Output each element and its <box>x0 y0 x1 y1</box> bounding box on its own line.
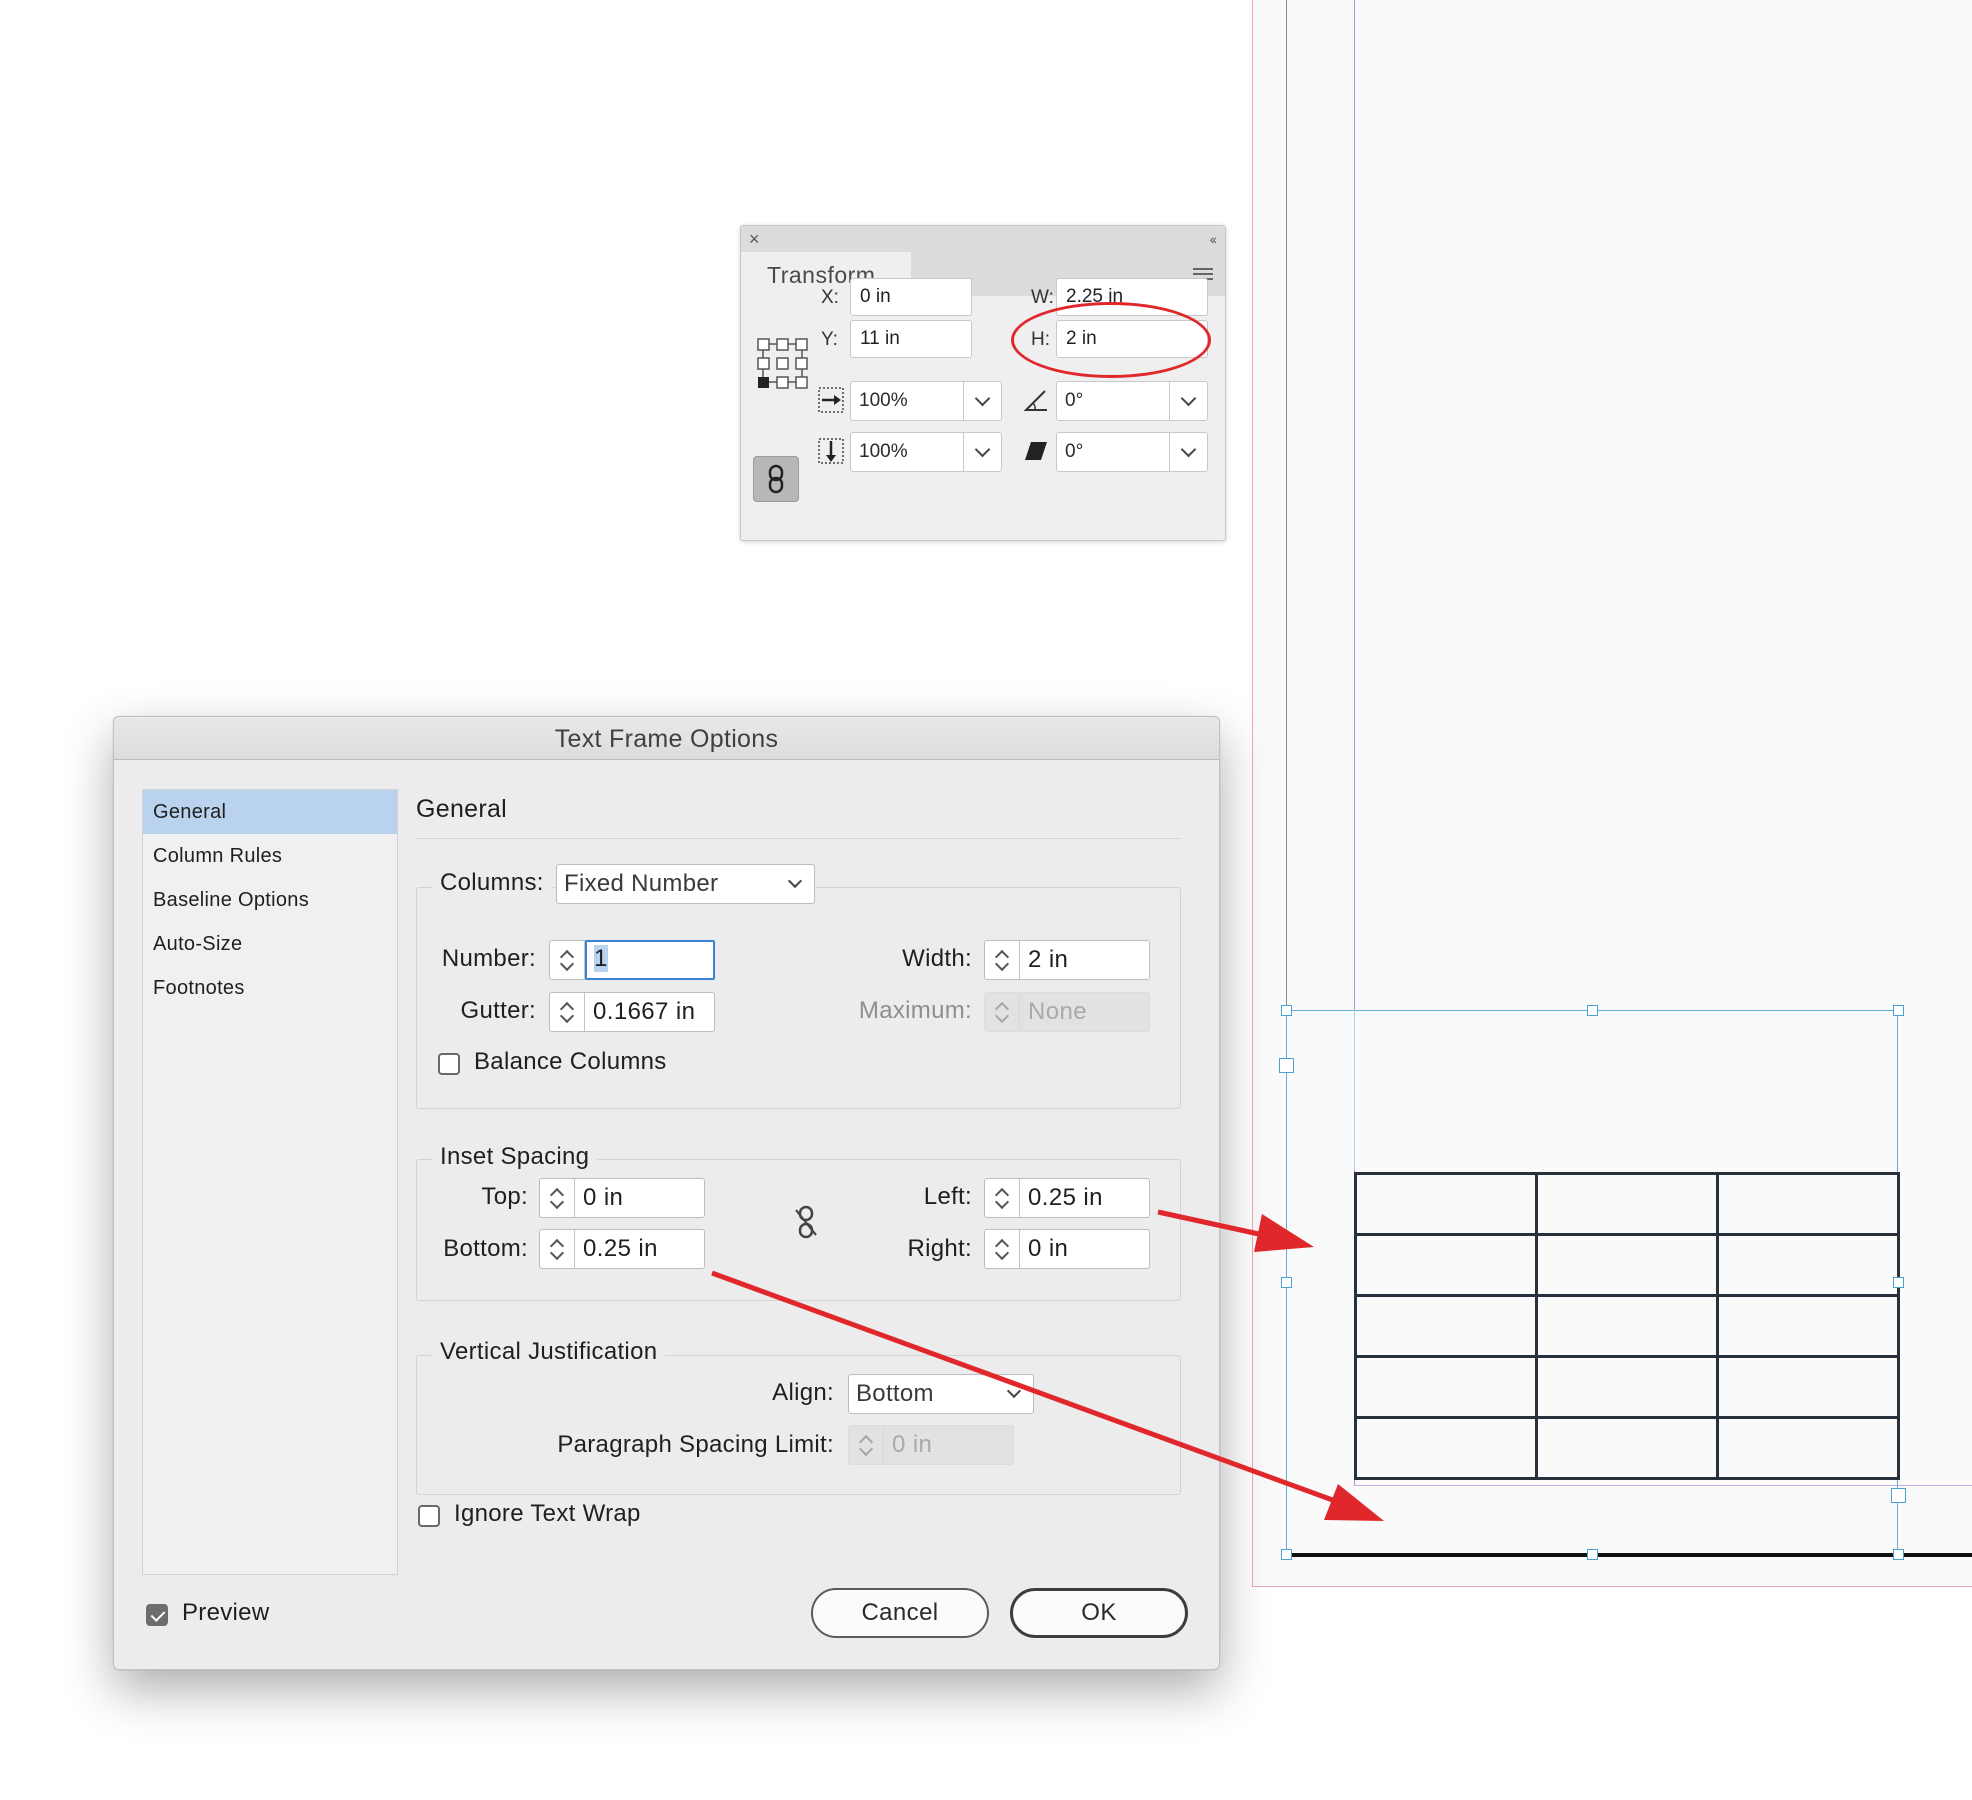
annotation-arrow-bottom-inset <box>711 1270 1339 1505</box>
annotation-arrow-left-inset <box>1157 1209 1269 1239</box>
arrowhead-icon <box>1324 1484 1384 1521</box>
annotation-arrows <box>711 1209 1384 1521</box>
arrowhead-icon <box>1254 1214 1314 1252</box>
